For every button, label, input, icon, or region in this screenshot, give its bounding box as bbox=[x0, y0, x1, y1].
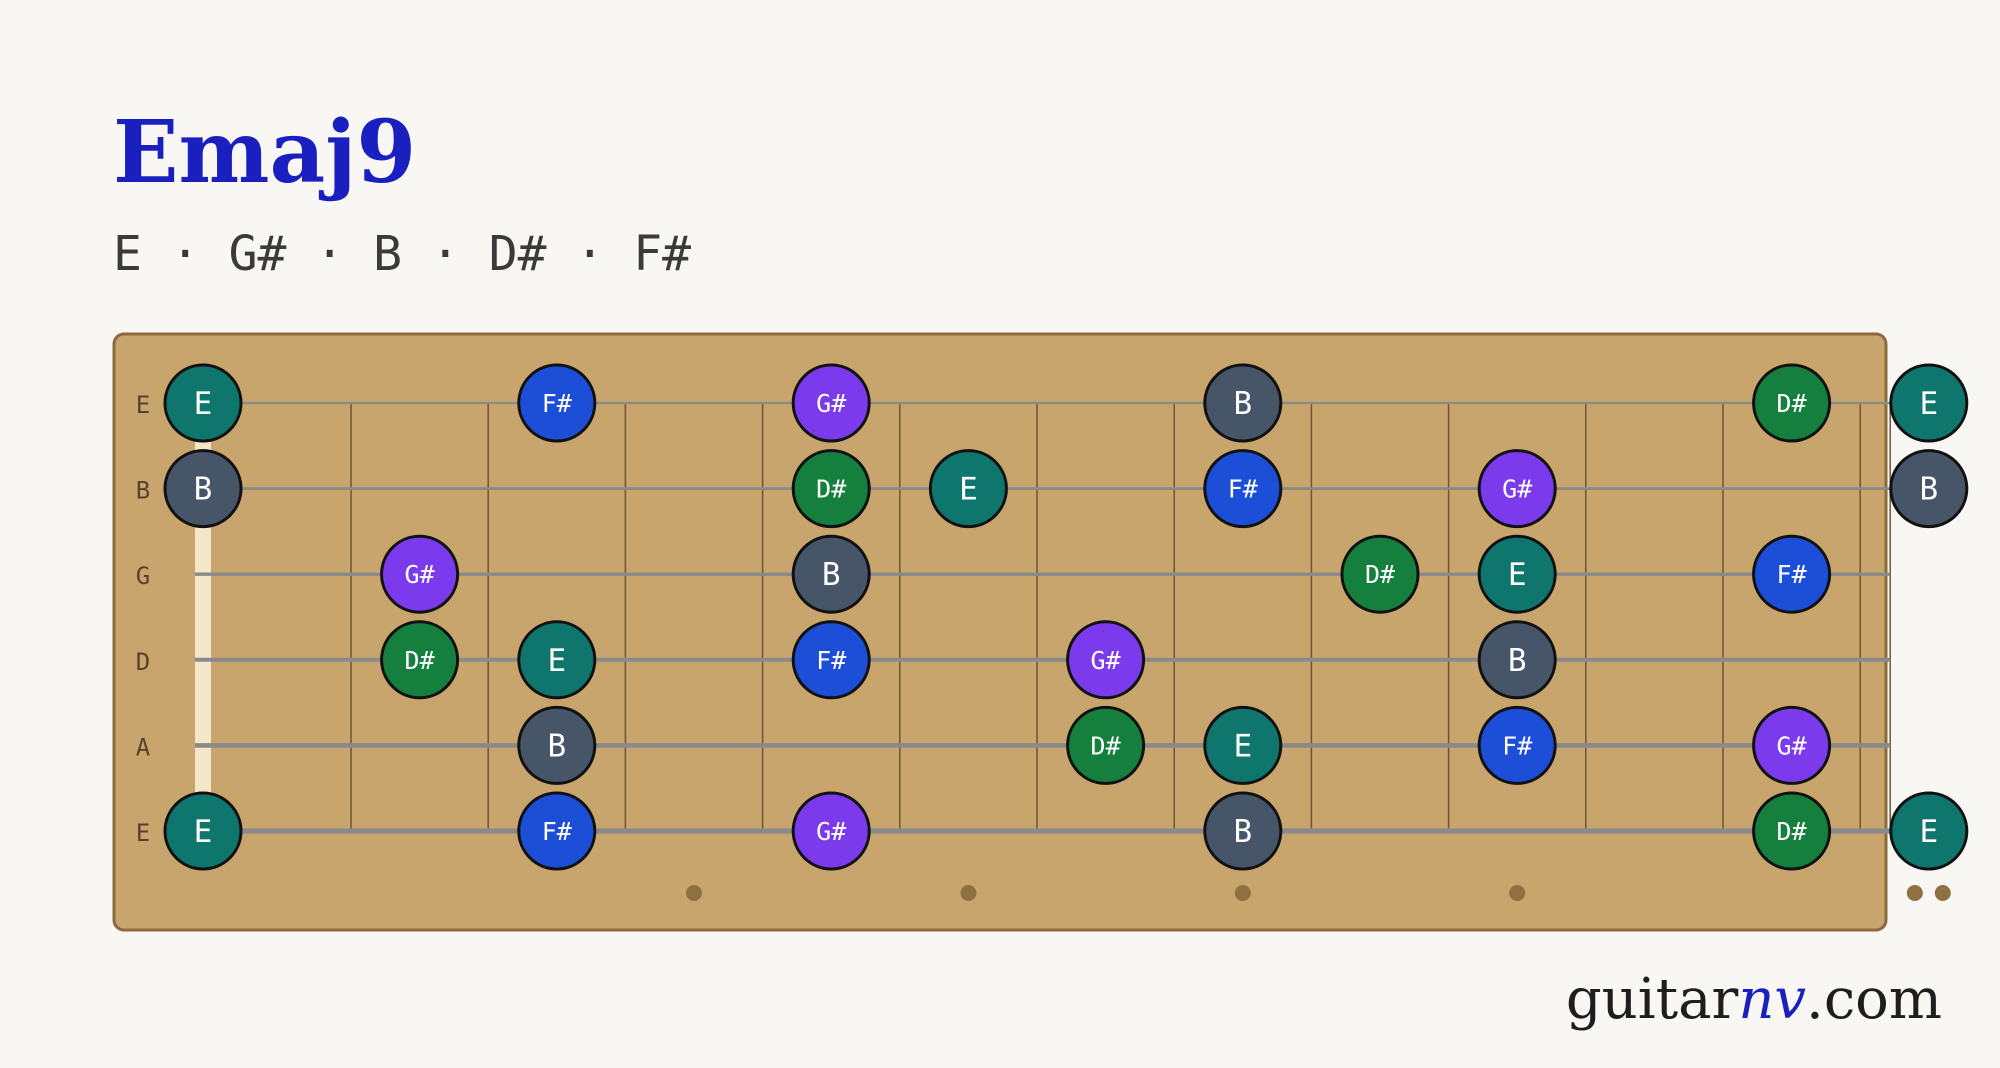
string-label: E bbox=[136, 391, 150, 419]
note-marker: G# bbox=[380, 534, 460, 614]
note-label: G# bbox=[816, 817, 846, 846]
fret-inlay bbox=[686, 885, 702, 901]
note-label: E bbox=[1508, 557, 1527, 593]
note-marker: F# bbox=[791, 620, 871, 700]
note-label: B bbox=[194, 472, 213, 508]
string-label: A bbox=[136, 733, 151, 761]
note-label: G# bbox=[1777, 731, 1807, 760]
note-marker: G# bbox=[791, 363, 871, 443]
string-label: E bbox=[136, 819, 150, 847]
note-marker: B bbox=[1477, 620, 1557, 700]
note-marker: B bbox=[1889, 449, 1969, 529]
note-marker: E bbox=[163, 363, 243, 443]
note-marker: D# bbox=[1752, 363, 1832, 443]
note-label: F# bbox=[542, 389, 572, 418]
note-label: F# bbox=[816, 646, 846, 675]
note-label: D# bbox=[405, 646, 435, 675]
note-marker: G# bbox=[791, 791, 871, 871]
note-marker: F# bbox=[1752, 534, 1832, 614]
note-marker: B bbox=[1203, 363, 1283, 443]
note-marker: D# bbox=[1066, 705, 1146, 785]
note-label: E bbox=[194, 814, 213, 850]
note-marker: E bbox=[1477, 534, 1557, 614]
fret-inlay bbox=[1234, 885, 1251, 901]
note-marker: E bbox=[1203, 705, 1283, 785]
note-label: B bbox=[822, 557, 841, 593]
fret-inlay bbox=[960, 885, 977, 901]
note-marker: F# bbox=[1203, 449, 1283, 529]
note-label: G# bbox=[1091, 646, 1121, 675]
note-label: D# bbox=[816, 475, 846, 504]
note-label: E bbox=[1919, 386, 1938, 422]
note-label: F# bbox=[542, 817, 572, 846]
note-label: G# bbox=[405, 560, 435, 589]
fret-inlay bbox=[1906, 885, 1923, 901]
note-label: B bbox=[1919, 472, 1938, 508]
note-label: E bbox=[547, 643, 566, 679]
note-marker: E bbox=[517, 620, 597, 700]
note-label: D# bbox=[1365, 560, 1395, 589]
note-label: B bbox=[1508, 643, 1527, 679]
note-label: B bbox=[1233, 386, 1252, 422]
note-label: F# bbox=[1777, 560, 1807, 589]
fretboard: E B G D A E E F# G# B D# E B D# E F# G# B G# B D# E F# D# E F# G# B… bbox=[112, 332, 1969, 932]
note-marker: B bbox=[1203, 791, 1283, 871]
note-marker: E bbox=[163, 791, 243, 871]
note-marker: G# bbox=[1752, 705, 1832, 785]
note-marker: B bbox=[791, 534, 871, 614]
string-label: B bbox=[136, 477, 150, 505]
note-label: D# bbox=[1777, 817, 1807, 846]
brand-suffix: .com bbox=[1806, 967, 1942, 1032]
string-label: G bbox=[136, 562, 150, 590]
note-marker: E bbox=[928, 449, 1008, 529]
note-label: G# bbox=[816, 389, 846, 418]
note-marker: B bbox=[163, 449, 243, 529]
note-label: F# bbox=[1502, 731, 1532, 760]
note-marker: G# bbox=[1066, 620, 1146, 700]
note-marker: F# bbox=[517, 791, 597, 871]
note-label: F# bbox=[1228, 475, 1258, 504]
note-marker: E bbox=[1889, 363, 1969, 443]
note-label: E bbox=[194, 386, 213, 422]
note-marker: D# bbox=[791, 449, 871, 529]
note-label: G# bbox=[1502, 475, 1532, 504]
note-label: E bbox=[1233, 728, 1252, 764]
note-label: E bbox=[1919, 814, 1938, 850]
note-marker: F# bbox=[517, 363, 597, 443]
brand-accent: nv bbox=[1738, 967, 1807, 1032]
note-marker: F# bbox=[1477, 705, 1557, 785]
note-label: B bbox=[547, 728, 566, 764]
note-label: D# bbox=[1777, 389, 1807, 418]
string-label: D bbox=[136, 648, 150, 676]
note-marker: G# bbox=[1477, 449, 1557, 529]
fretboard-wood bbox=[112, 332, 1888, 932]
note-marker: D# bbox=[1752, 791, 1832, 871]
note-marker: E bbox=[1889, 791, 1969, 871]
note-label: E bbox=[959, 472, 978, 508]
brand-logo: guitarnv.com bbox=[1566, 972, 1942, 1028]
fret-inlay bbox=[1934, 885, 1951, 901]
note-label: D# bbox=[1091, 731, 1121, 760]
note-marker: D# bbox=[380, 620, 460, 700]
fret-inlay bbox=[1509, 885, 1526, 901]
note-label: B bbox=[1233, 814, 1252, 850]
note-marker: B bbox=[517, 705, 597, 785]
note-marker: D# bbox=[1340, 534, 1420, 614]
brand-prefix: guitar bbox=[1565, 967, 1739, 1032]
